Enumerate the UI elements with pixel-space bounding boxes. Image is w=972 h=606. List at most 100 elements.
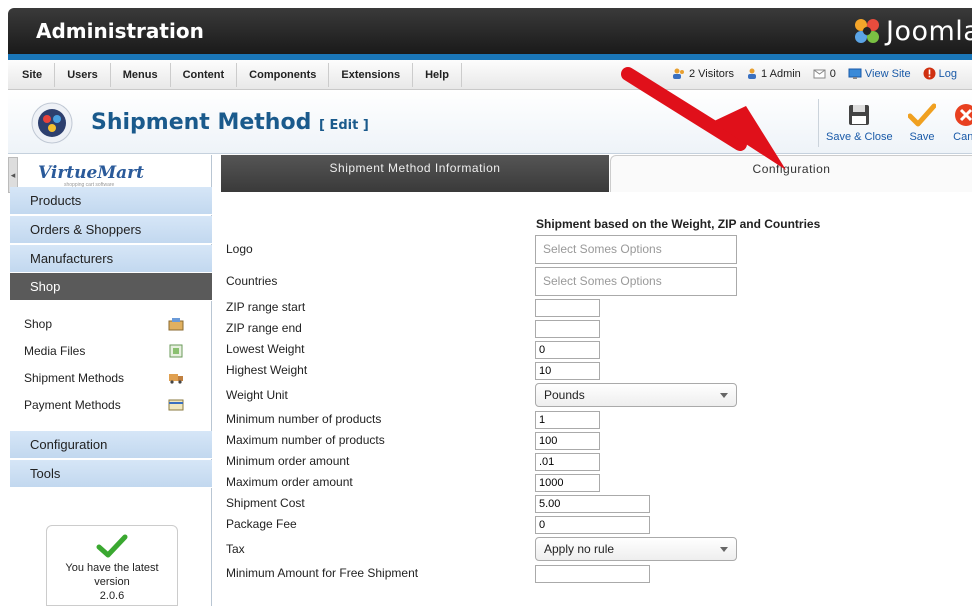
main-menu-bar: Site Users Menus Content Components Exte…	[8, 60, 972, 90]
toolbar-divider	[818, 99, 819, 147]
virtuemart-shipment-icon	[31, 102, 73, 144]
payment-icon	[168, 399, 184, 411]
highest-weight-label: Highest Weight	[226, 363, 308, 377]
min-order-input[interactable]: .01	[535, 453, 600, 471]
main-menu: Site Users Menus Content Components Exte…	[12, 63, 462, 87]
edit-tag: [ Edit ]	[319, 118, 369, 133]
save-label: Save	[909, 131, 935, 143]
configuration-form: Shipment based on the Weight, ZIP and Co…	[221, 192, 972, 606]
sidebar-subitem-shipment-methods[interactable]: Shipment Methods	[10, 365, 212, 392]
sidebar-item-configuration[interactable]: Configuration	[10, 431, 212, 459]
chevron-down-icon	[720, 547, 728, 552]
sidebar-item-products[interactable]: Products	[10, 187, 212, 215]
zip-start-label: ZIP range start	[226, 300, 306, 314]
chevron-down-icon	[720, 393, 728, 398]
countries-select[interactable]: Select Somes Options	[535, 267, 737, 296]
media-icon	[169, 344, 183, 358]
min-order-label: Minimum order amount	[226, 454, 350, 468]
weight-unit-value: Pounds	[544, 388, 585, 402]
highest-weight-input[interactable]: 10	[535, 362, 600, 380]
menu-content[interactable]: Content	[171, 63, 238, 87]
version-status-box: You have the latest version 2.0.6	[46, 525, 178, 606]
version-number: 2.0.6	[99, 590, 125, 602]
subitem-label: Shop	[24, 317, 53, 331]
checkmark-icon	[96, 534, 128, 558]
cancel-label: Canc	[953, 131, 972, 143]
sidebar-item-shop[interactable]: Shop	[10, 273, 212, 301]
shipment-cost-label: Shipment Cost	[226, 496, 305, 510]
status-bar: 2 Visitors 1 Admin 0 View Site Log	[672, 67, 969, 80]
version-message: You have the latest version	[65, 562, 159, 588]
tax-label: Tax	[226, 542, 245, 556]
package-fee-label: Package Fee	[226, 517, 297, 531]
page-title-text: Shipment Method	[91, 110, 312, 135]
tax-value: Apply no rule	[544, 542, 615, 556]
form-heading: Shipment based on the Weight, ZIP and Co…	[536, 217, 821, 231]
messages-count: 0	[829, 67, 836, 80]
logo-label: Logo	[226, 242, 253, 256]
shipment-cost-input[interactable]: 5.00	[535, 495, 650, 513]
messages-status[interactable]: 0	[813, 68, 836, 80]
logout-label: Log	[938, 67, 957, 80]
min-products-input[interactable]: 1	[535, 411, 600, 429]
free-shipment-input[interactable]	[535, 565, 650, 583]
joomla-brand-text: Joomla	[886, 15, 972, 47]
admins-status: 1 Admin	[746, 68, 801, 80]
logout-link[interactable]: Log	[923, 67, 957, 80]
admin-header: Administration Joomla	[8, 8, 972, 54]
free-shipment-label: Minimum Amount for Free Shipment	[226, 566, 419, 580]
max-order-input[interactable]: 1000	[535, 474, 600, 492]
package-fee-input[interactable]: 0	[535, 516, 650, 534]
save-close-icon	[849, 105, 870, 125]
zip-end-input[interactable]	[535, 320, 600, 338]
edit-tabs: Shipment Method Information Configuratio…	[221, 155, 972, 192]
sidebar: ◂ VirtueMart shopping cart software Prod…	[8, 155, 212, 606]
admin-title: Administration	[36, 19, 204, 43]
monitor-icon	[848, 68, 862, 79]
save-close-label: Save & Close	[826, 131, 893, 143]
user-icon	[748, 68, 757, 79]
lowest-weight-label: Lowest Weight	[226, 342, 305, 356]
save-button[interactable]: Save	[908, 103, 936, 143]
messages-icon	[813, 69, 826, 78]
weight-unit-select[interactable]: Pounds	[535, 383, 737, 407]
menu-extensions[interactable]: Extensions	[329, 63, 414, 87]
sidebar-subitem-media-files[interactable]: Media Files	[10, 338, 212, 365]
tax-select[interactable]: Apply no rule	[535, 537, 737, 561]
sidebar-subitem-payment-methods[interactable]: Payment Methods	[10, 392, 212, 419]
logo-select[interactable]: Select Somes Options	[535, 235, 737, 264]
sidebar-item-tools[interactable]: Tools	[10, 460, 212, 488]
max-order-label: Maximum order amount	[226, 475, 353, 489]
cancel-icon	[955, 104, 972, 126]
subitem-label: Shipment Methods	[24, 371, 125, 385]
admins-count: 1 Admin	[761, 67, 801, 80]
menu-components[interactable]: Components	[237, 63, 330, 87]
menu-users[interactable]: Users	[55, 63, 111, 87]
weight-unit-label: Weight Unit	[226, 388, 288, 402]
view-site-link[interactable]: View Site	[848, 68, 911, 80]
sidebar-subitem-shop[interactable]: Shop	[10, 311, 212, 338]
tab-shipment-method-information[interactable]: Shipment Method Information	[221, 155, 609, 192]
menu-menus[interactable]: Menus	[111, 63, 171, 87]
min-products-label: Minimum number of products	[226, 412, 382, 426]
countries-label: Countries	[226, 274, 278, 288]
max-products-input[interactable]: 100	[535, 432, 600, 450]
cancel-button[interactable]: Canc	[952, 103, 972, 143]
menu-site[interactable]: Site	[12, 63, 56, 87]
tab-configuration[interactable]: Configuration	[610, 155, 972, 192]
zip-start-input[interactable]	[535, 299, 600, 317]
sidebar-item-manufacturers[interactable]: Manufacturers	[10, 245, 212, 273]
subitem-label: Media Files	[24, 344, 86, 358]
joomla-logo[interactable]: Joomla	[852, 14, 972, 48]
sidebar-item-orders-shoppers[interactable]: Orders & Shoppers	[10, 216, 212, 244]
view-site-label: View Site	[864, 67, 911, 80]
save-close-button[interactable]: Save & Close	[826, 103, 893, 143]
zip-end-label: ZIP range end	[226, 321, 302, 335]
users-icon	[673, 68, 684, 79]
truck-icon	[169, 374, 183, 384]
visitors-count: 2 Visitors	[689, 67, 735, 80]
menu-help[interactable]: Help	[413, 63, 462, 87]
checkmark-icon	[908, 103, 936, 127]
lowest-weight-input[interactable]: 0	[535, 341, 600, 359]
page-title: Shipment Method [ Edit ]	[91, 110, 369, 135]
